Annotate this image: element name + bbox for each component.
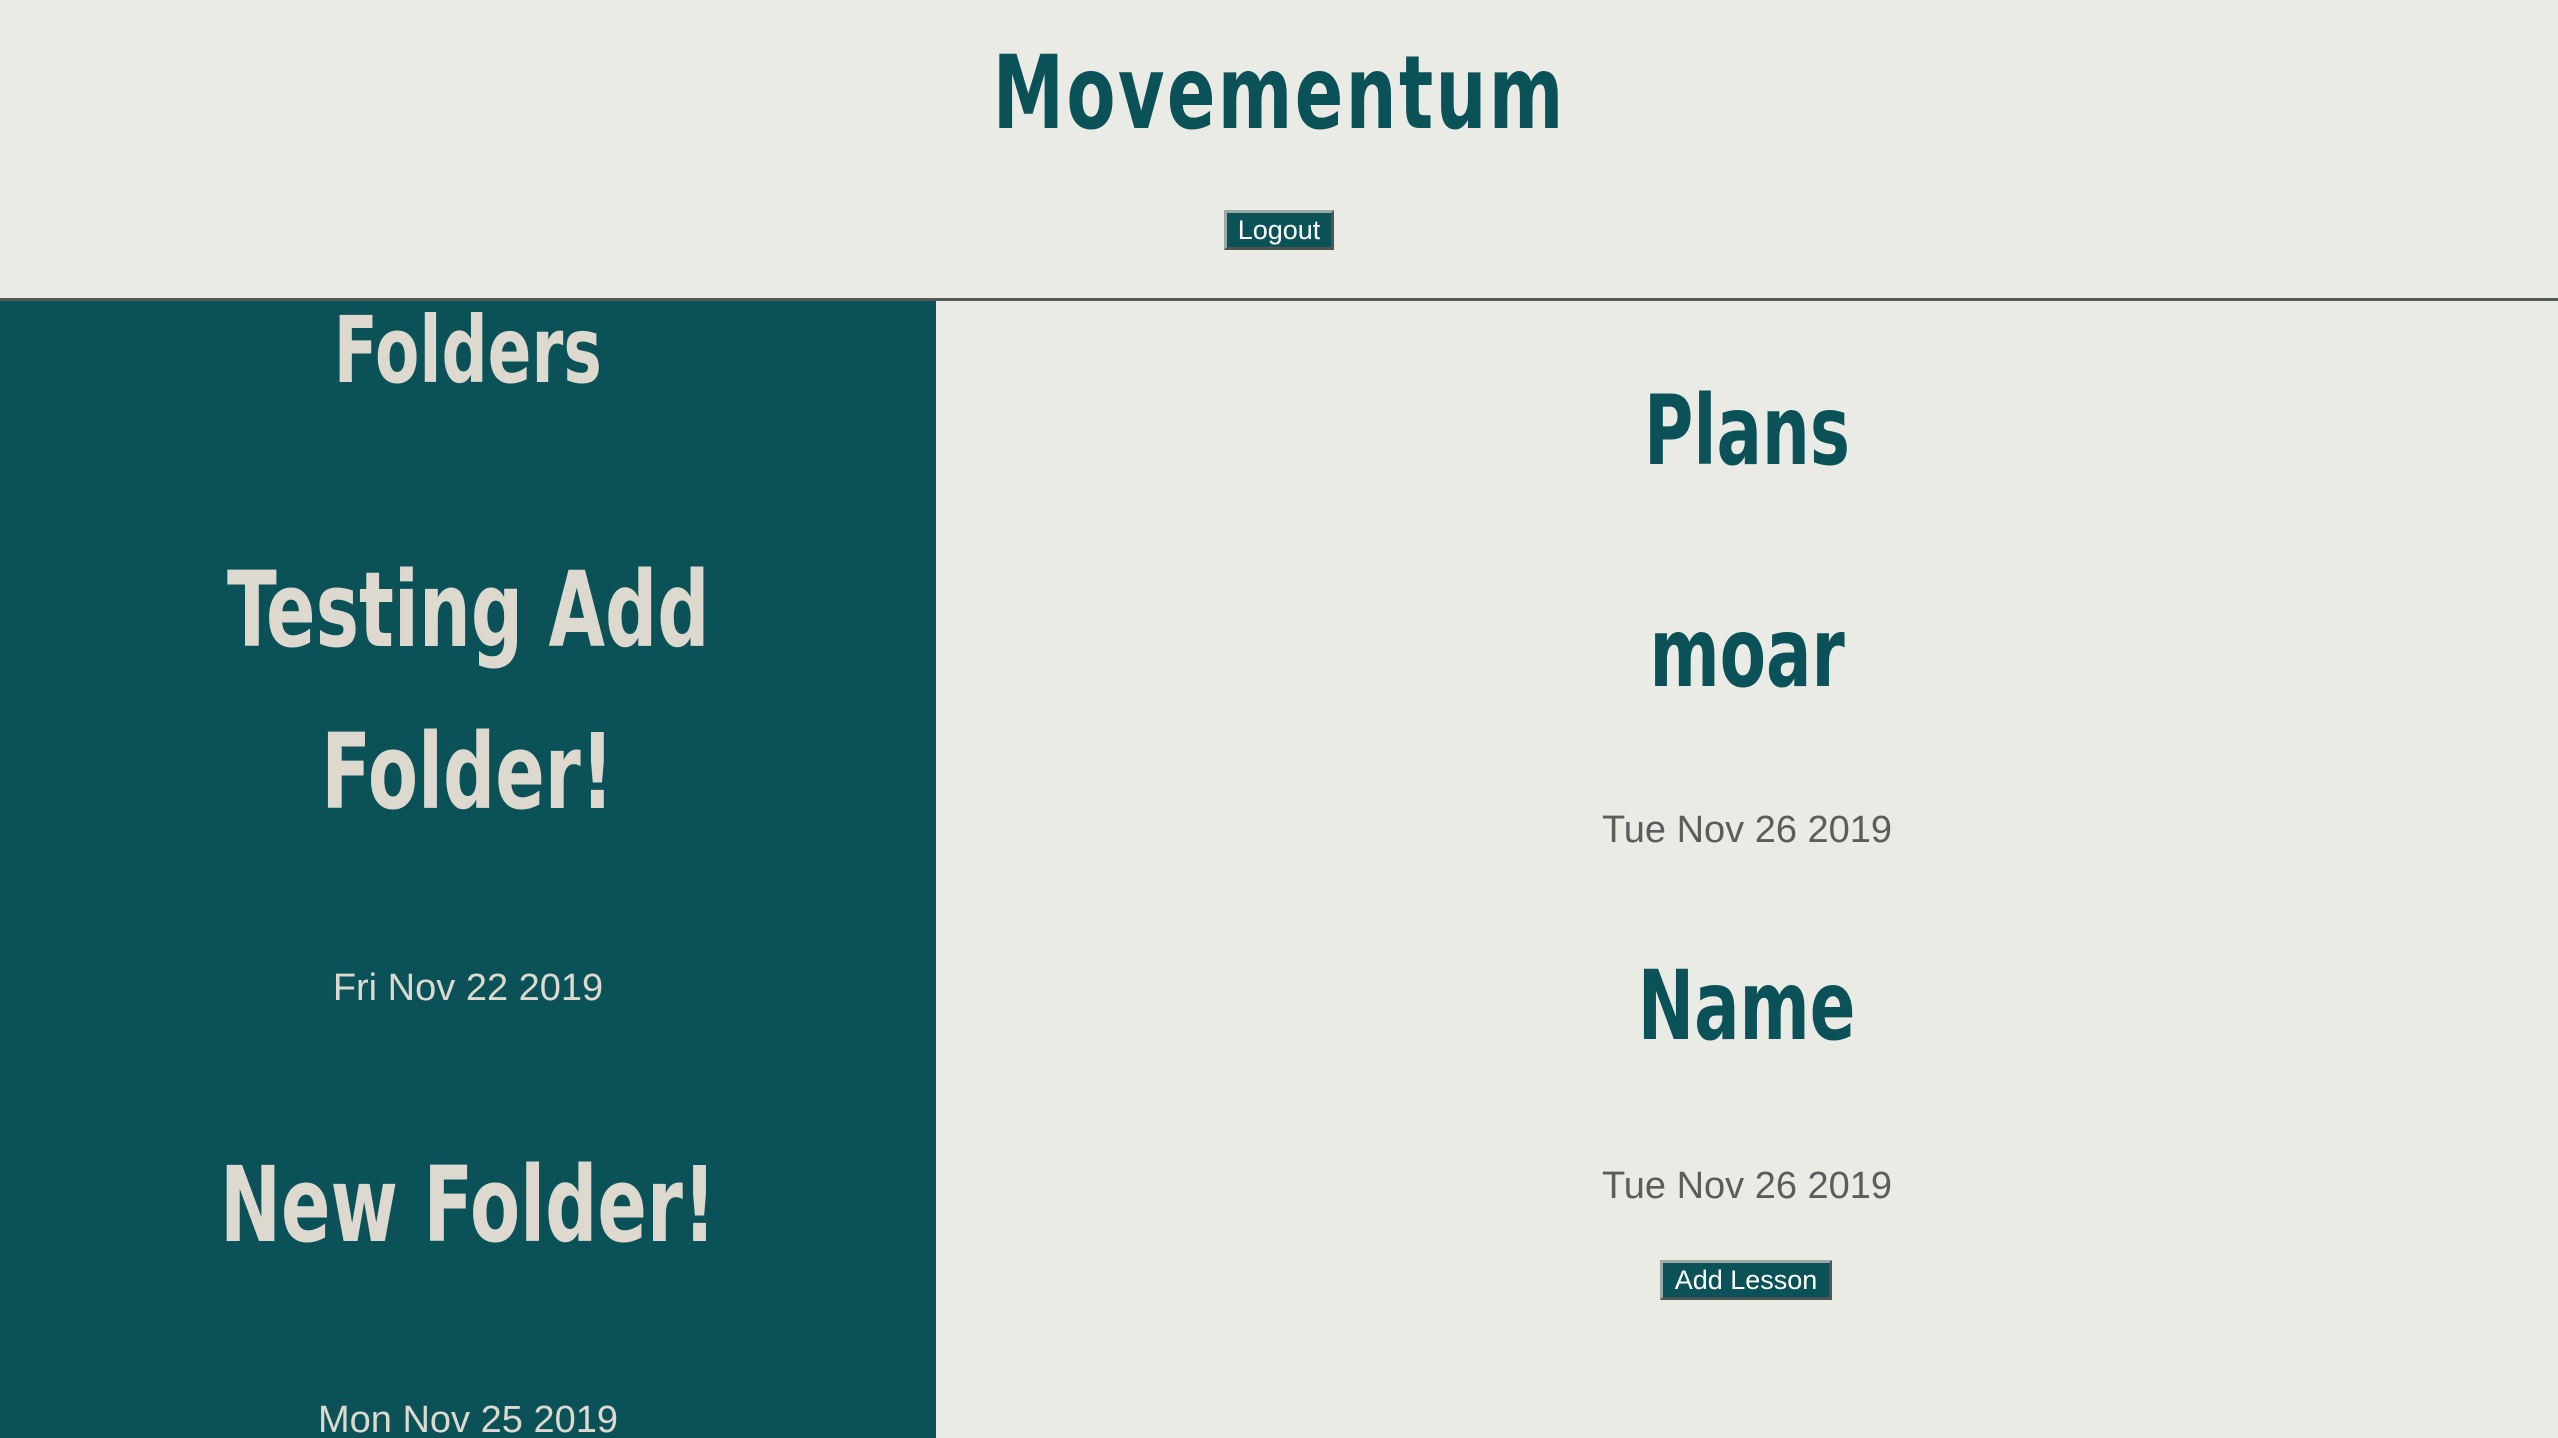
app-header: Movementum Logout bbox=[0, 0, 2558, 301]
plan-title[interactable]: moar bbox=[936, 593, 2558, 714]
folder-date: Fri Nov 22 2019 bbox=[332, 967, 604, 1009]
folders-heading: Folders bbox=[334, 301, 602, 404]
plan-date: Tue Nov 26 2019 bbox=[1601, 809, 1893, 851]
folders-sidebar: Folders Testing Add Folder! Fri Nov 22 2… bbox=[0, 301, 936, 1438]
add-lesson-button[interactable]: Add Lesson bbox=[1660, 1260, 1832, 1300]
plan-title[interactable]: Name bbox=[936, 946, 2558, 1067]
plan-date: Tue Nov 26 2019 bbox=[1601, 1165, 1893, 1207]
folder-title[interactable]: New Folder! bbox=[0, 1124, 936, 1288]
folder-title[interactable]: Testing Add bbox=[0, 529, 936, 693]
logout-button[interactable]: Logout bbox=[1224, 210, 1334, 250]
app-title: Movementum bbox=[992, 34, 1566, 153]
folder-date: Mon Nov 25 2019 bbox=[318, 1399, 618, 1438]
folder-title[interactable]: Folder! bbox=[0, 691, 936, 855]
plans-heading: Plans bbox=[1644, 375, 1850, 487]
plans-panel: Plans moar Tue Nov 26 2019 Name Tue Nov … bbox=[936, 301, 2558, 1438]
